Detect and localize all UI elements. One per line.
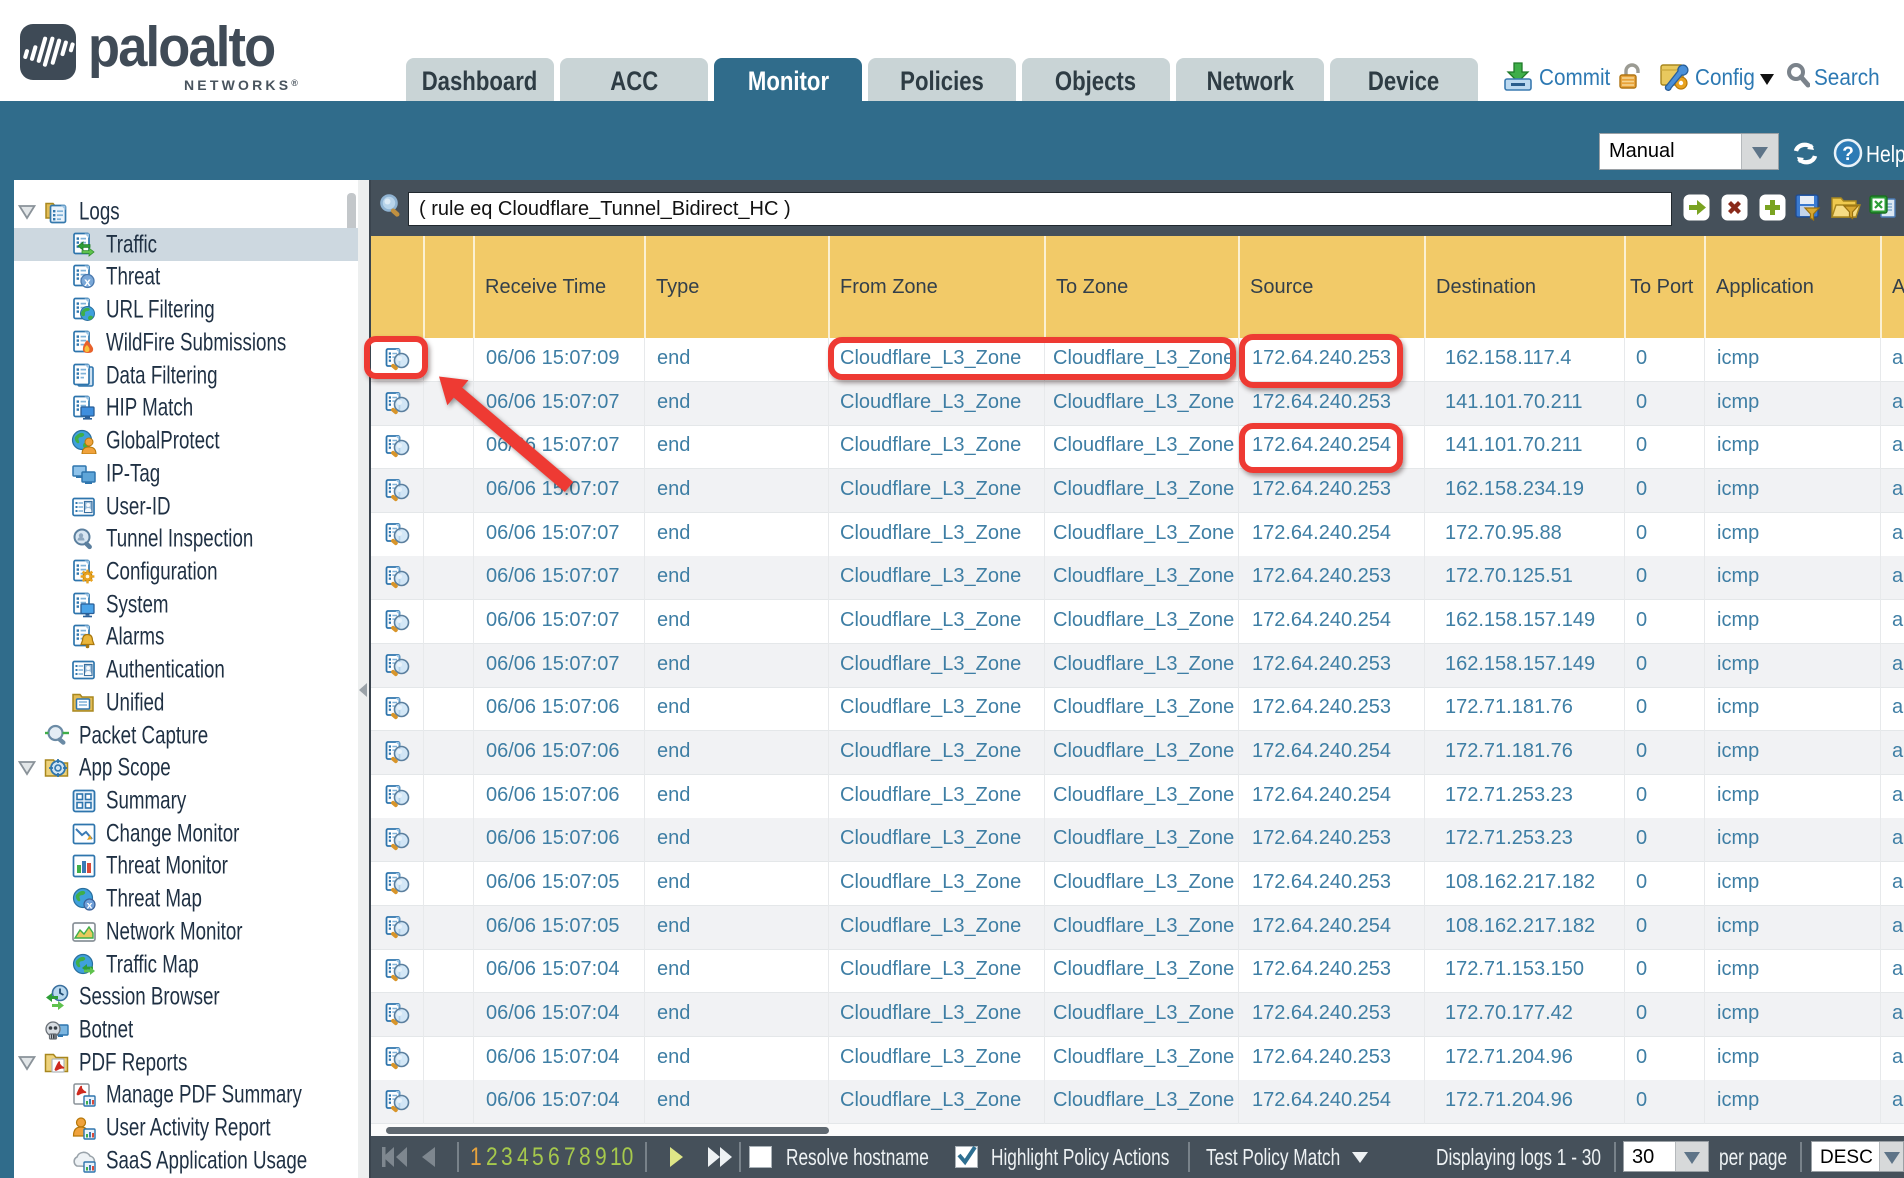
svg-text:x: x <box>84 275 91 289</box>
svg-text:?: ? <box>1842 144 1854 165</box>
svg-text:x: x <box>87 900 93 912</box>
